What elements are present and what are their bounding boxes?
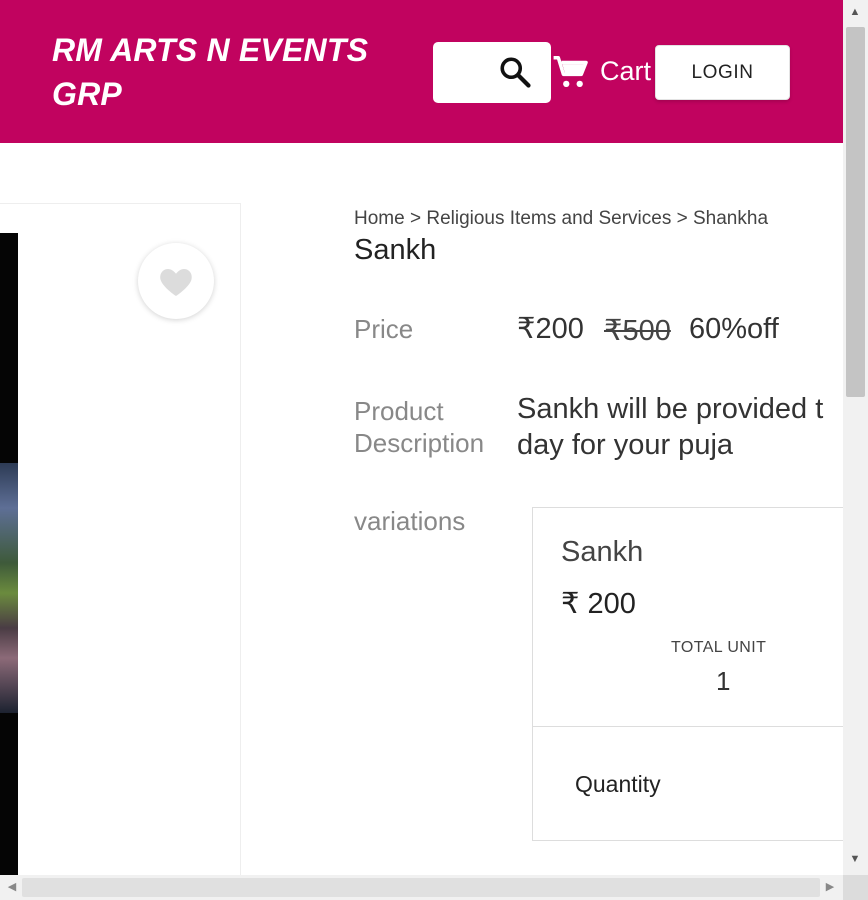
site-header: RM ARTS N EVENTS GRP Cart LOGIN: [0, 0, 843, 143]
total-unit-value: 1: [716, 666, 731, 696]
heart-icon: [160, 269, 192, 296]
price-current: ₹200: [517, 313, 584, 345]
horizontal-scrollbar-thumb[interactable]: [22, 878, 820, 897]
price-discount: 60%off: [689, 313, 779, 345]
breadcrumb-religious-items[interactable]: Religious Items and Services: [426, 208, 671, 229]
wishlist-button[interactable]: [138, 243, 214, 319]
cart-link[interactable]: Cart: [600, 53, 651, 89]
cart-icon[interactable]: [551, 53, 591, 91]
product-photo: [0, 463, 18, 713]
breadcrumb-shankha[interactable]: Shankha: [693, 208, 768, 229]
variations-label: variations: [354, 506, 466, 536]
scrollbar-corner: [843, 875, 868, 900]
search-input[interactable]: [433, 42, 551, 103]
login-button[interactable]: LOGIN: [655, 45, 790, 100]
variation-name: Sankh: [561, 536, 644, 568]
product-title: Sankh: [354, 234, 437, 266]
breadcrumb-separator: >: [676, 208, 693, 229]
breadcrumb-separator: >: [409, 208, 427, 229]
vertical-scrollbar-thumb[interactable]: [846, 27, 865, 397]
variation-price: ₹ 200: [561, 588, 636, 620]
scroll-down-arrow-icon[interactable]: ▼: [848, 852, 862, 866]
search-icon[interactable]: [497, 54, 533, 90]
variation-divider: [533, 726, 868, 727]
description-label: Product Description: [354, 396, 485, 458]
product-description: Sankh will be provided t day for your pu…: [517, 391, 868, 463]
description-line: Sankh will be provided t: [517, 393, 824, 425]
description-line: day for your puja: [517, 429, 734, 461]
breadcrumb: Home > Religious Items and Services > Sh…: [354, 208, 768, 230]
price-label: Price: [354, 314, 414, 344]
product-image[interactable]: [0, 233, 18, 875]
total-unit-label: TOTAL UNIT: [671, 639, 767, 656]
variation-card[interactable]: Sankh ₹ 200 TOTAL UNIT 1 Quantity: [532, 507, 868, 841]
price-mrp: ₹500: [604, 315, 671, 347]
quantity-label: Quantity: [575, 771, 661, 797]
scroll-up-arrow-icon[interactable]: ▲: [848, 5, 862, 19]
scroll-left-arrow-icon[interactable]: ◀: [5, 880, 19, 894]
breadcrumb-home[interactable]: Home: [354, 208, 405, 229]
product-image-card: [0, 203, 241, 893]
scroll-right-arrow-icon[interactable]: ▶: [823, 880, 837, 894]
brand-logo-text[interactable]: RM ARTS N EVENTS GRP: [52, 28, 412, 116]
